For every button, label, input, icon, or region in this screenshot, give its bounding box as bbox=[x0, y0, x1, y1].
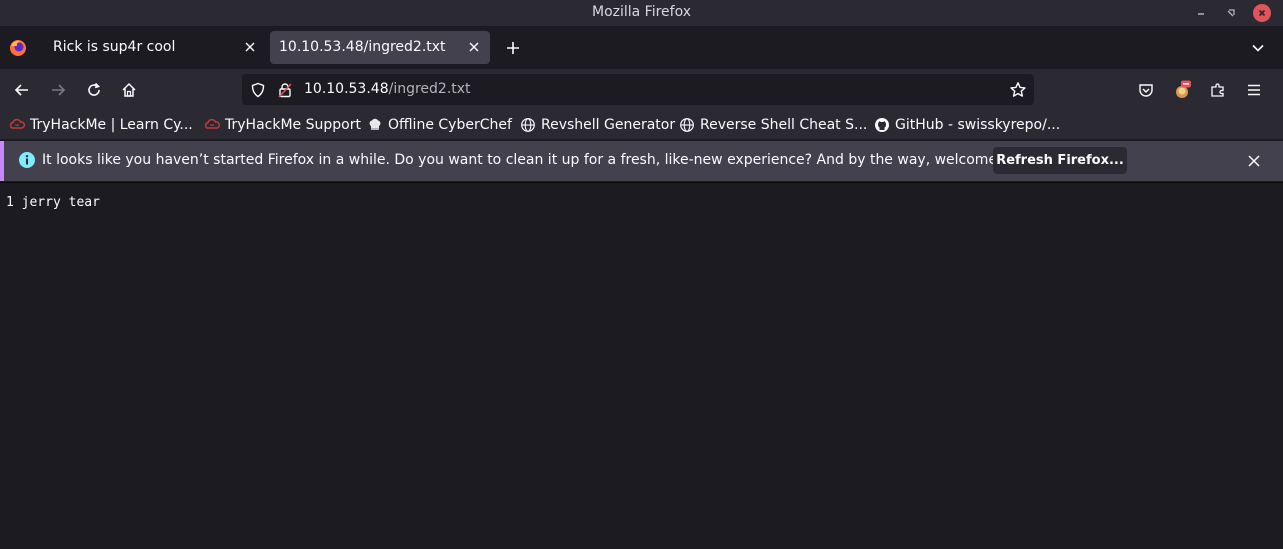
bookmark-star-icon[interactable] bbox=[1009, 81, 1027, 99]
close-tab-button[interactable] bbox=[466, 39, 482, 55]
notification-message: It looks like you haven’t started Firefo… bbox=[42, 152, 1041, 168]
account-avatar-icon bbox=[1176, 80, 1191, 98]
restore-icon bbox=[1227, 9, 1235, 17]
plus-icon bbox=[507, 42, 519, 54]
firefox-view-button[interactable] bbox=[8, 38, 28, 58]
back-button[interactable] bbox=[11, 79, 33, 101]
window-title: Mozilla Firefox bbox=[591, 4, 692, 20]
close-tab-button[interactable] bbox=[242, 39, 258, 55]
close-window-button[interactable] bbox=[1253, 4, 1271, 22]
forward-arrow-icon bbox=[52, 84, 66, 96]
tab-label: Rick is sup4r cool bbox=[53, 39, 176, 55]
title-bar: Mozilla Firefox bbox=[0, 0, 1283, 26]
reload-icon bbox=[88, 82, 101, 96]
firefox-logo-icon bbox=[10, 40, 26, 56]
application-menu-button[interactable] bbox=[1243, 79, 1265, 101]
minimize-button[interactable] bbox=[1192, 4, 1210, 22]
bookmark-label: Reverse Shell Cheat S... bbox=[700, 117, 868, 133]
chef-hat-icon bbox=[367, 117, 383, 133]
bookmark-label: Offline CyberChef bbox=[388, 117, 512, 133]
notification-bar: It looks like you haven’t started Firefo… bbox=[0, 141, 1283, 181]
list-all-tabs-button[interactable] bbox=[1248, 38, 1268, 58]
account-button[interactable] bbox=[1171, 79, 1193, 101]
bookmark-github-swisskyrepo[interactable]: GitHub - swisskyrepo/... bbox=[874, 115, 1060, 135]
navigation-toolbar: 10.10.53.48/ingred2.txt bbox=[0, 69, 1283, 111]
home-button[interactable] bbox=[118, 79, 140, 101]
url-bar[interactable]: 10.10.53.48/ingred2.txt bbox=[242, 74, 1034, 105]
tryhackme-icon bbox=[9, 117, 25, 133]
close-icon bbox=[245, 42, 255, 52]
close-icon bbox=[1248, 155, 1260, 167]
info-icon bbox=[18, 151, 36, 169]
tracking-protection-shield-icon[interactable] bbox=[249, 81, 267, 99]
tab-label: 10.10.53.48/ingred2.txt bbox=[279, 39, 446, 55]
extensions-button[interactable] bbox=[1207, 79, 1229, 101]
bookmark-revshell-generator[interactable]: Revshell Generator bbox=[520, 115, 675, 135]
home-icon bbox=[122, 82, 136, 97]
url-path: /ingred2.txt bbox=[388, 81, 471, 97]
minimize-icon bbox=[1198, 13, 1204, 15]
hamburger-menu-icon bbox=[1248, 84, 1260, 96]
bookmark-offline-cyberchef[interactable]: Offline CyberChef bbox=[367, 115, 512, 135]
puzzle-piece-icon bbox=[1211, 83, 1224, 97]
url-text[interactable]: 10.10.53.48/ingred2.txt bbox=[304, 81, 471, 97]
forward-button[interactable] bbox=[47, 79, 69, 101]
maximize-button[interactable] bbox=[1222, 4, 1240, 22]
tryhackme-icon bbox=[204, 117, 220, 133]
new-tab-button[interactable] bbox=[502, 37, 524, 59]
back-arrow-icon bbox=[14, 84, 28, 96]
bookmark-label: TryHackMe | Learn Cy... bbox=[30, 117, 193, 133]
tab-ingred2[interactable]: 10.10.53.48/ingred2.txt bbox=[270, 31, 490, 64]
reload-button[interactable] bbox=[83, 79, 105, 101]
bookmark-tryhackme[interactable]: TryHackMe | Learn Cy... bbox=[9, 115, 193, 135]
github-icon bbox=[874, 117, 890, 133]
plain-text-content: 1 jerry tear bbox=[6, 195, 100, 210]
bookmark-label: GitHub - swisskyrepo/... bbox=[895, 117, 1061, 133]
page-content: 1 jerry tear bbox=[0, 183, 1283, 549]
close-notification-button[interactable] bbox=[1244, 151, 1264, 171]
pocket-icon bbox=[1139, 84, 1153, 97]
insecure-lock-icon[interactable] bbox=[276, 81, 294, 99]
bookmark-reverse-shell-cheat-sheet[interactable]: Reverse Shell Cheat S... bbox=[679, 115, 867, 135]
url-host: 10.10.53.48 bbox=[304, 81, 389, 97]
close-icon bbox=[469, 42, 479, 52]
bookmark-tryhackme-support[interactable]: TryHackMe Support bbox=[204, 115, 361, 135]
tab-strip: Rick is sup4r cool 10.10.53.48/ingred2.t… bbox=[0, 26, 1283, 69]
bookmarks-toolbar: TryHackMe | Learn Cy... TryHackMe Suppor… bbox=[0, 111, 1283, 139]
globe-icon bbox=[679, 117, 695, 133]
chevron-down-icon bbox=[1252, 44, 1264, 52]
refresh-firefox-button[interactable]: Refresh Firefox... bbox=[993, 147, 1127, 174]
pocket-button[interactable] bbox=[1135, 79, 1157, 101]
tab-rick[interactable]: Rick is sup4r cool bbox=[40, 31, 266, 64]
bookmark-label: Revshell Generator bbox=[541, 117, 676, 133]
globe-icon bbox=[520, 117, 536, 133]
bookmark-label: TryHackMe Support bbox=[225, 117, 361, 133]
close-icon bbox=[1258, 9, 1266, 17]
